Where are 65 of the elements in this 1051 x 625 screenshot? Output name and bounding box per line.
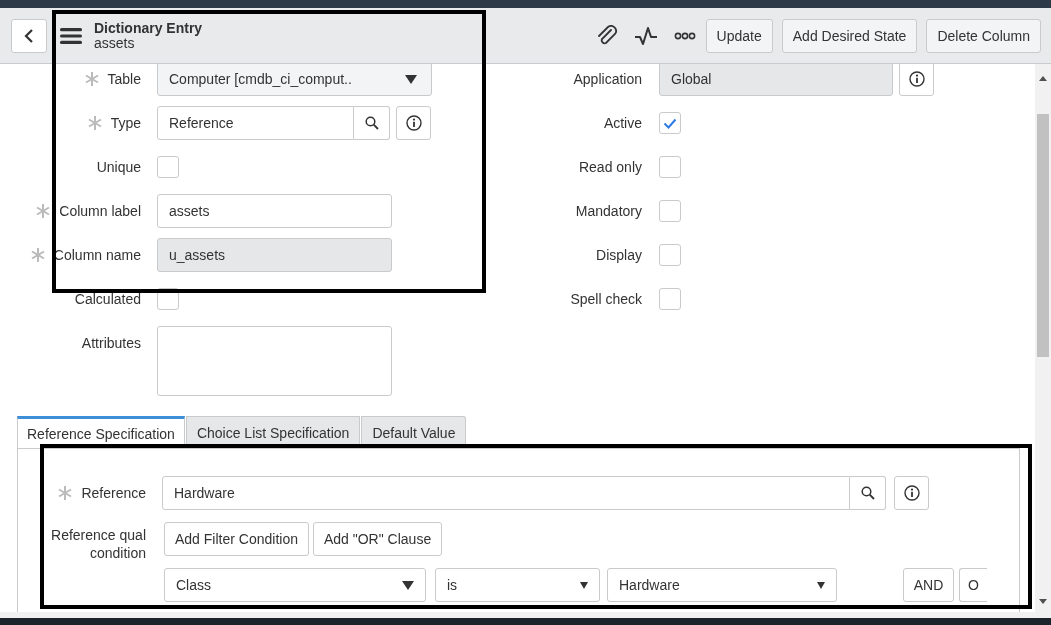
field-label: Column name (53, 247, 141, 263)
textarea-field[interactable] (157, 326, 392, 396)
field-label: Column label (59, 203, 141, 219)
info-icon (903, 485, 920, 501)
text-field[interactable]: Global (659, 64, 894, 96)
dropdown-icon (580, 581, 588, 589)
header-button[interactable]: Add Desired State (781, 18, 918, 53)
checkbox[interactable] (659, 244, 681, 266)
search-icon (364, 116, 379, 130)
checkbox[interactable] (659, 200, 681, 222)
menu-icon[interactable] (60, 26, 82, 45)
dropdown-icon (405, 74, 417, 84)
record-name: assets (94, 35, 135, 51)
info-button[interactable] (899, 64, 934, 96)
dropdown-icon (817, 581, 825, 589)
text-field[interactable]: assets (157, 194, 392, 228)
field-label: Spell check (570, 291, 642, 307)
lookup-field[interactable]: Hardware (162, 476, 850, 510)
condition-button[interactable]: AND (903, 568, 954, 602)
field-label: Reference qual condition (50, 526, 146, 563)
info-button[interactable] (894, 476, 929, 510)
scroll-down-icon (1039, 599, 1047, 604)
checkbox[interactable] (157, 156, 179, 178)
lookup-button[interactable] (354, 106, 391, 140)
field-label: Application (573, 71, 642, 87)
field-label: Display (596, 247, 642, 263)
dropdown-icon (402, 580, 414, 590)
value-select[interactable]: Hardware (607, 568, 837, 602)
activity-icon[interactable] (633, 25, 658, 46)
info-button[interactable] (396, 106, 431, 140)
scrollbar-thumb[interactable] (1037, 114, 1049, 357)
search-icon (860, 486, 875, 500)
back-button[interactable] (11, 18, 47, 53)
lookup-field[interactable]: Reference (157, 106, 355, 140)
table-select[interactable]: Computer [cmdb_ci_comput.. (157, 64, 432, 96)
field-label: Type (110, 115, 141, 131)
field-label: Mandatory (575, 203, 642, 219)
field-label: Table (107, 71, 141, 87)
field-label: Calculated (74, 291, 141, 307)
info-icon (908, 71, 925, 87)
header-button[interactable]: Update (705, 18, 773, 53)
header-button[interactable]: Delete Column (926, 18, 1041, 53)
paperclip-icon[interactable] (595, 24, 618, 47)
field-label: Reference (81, 485, 146, 501)
field-label: Read only (578, 159, 642, 175)
horizontal-scrollbar[interactable] (0, 612, 1051, 618)
scroll-up-icon (1039, 76, 1047, 81)
condition-button[interactable]: O (959, 568, 987, 602)
operator-select[interactable]: is (435, 568, 600, 602)
info-icon (405, 115, 422, 131)
field-label: Unique (96, 159, 141, 175)
checkbox[interactable] (659, 288, 681, 310)
condition-button[interactable]: Add "OR" Clause (312, 522, 443, 556)
field-select[interactable]: Class (164, 568, 426, 602)
more-icon[interactable] (673, 31, 696, 40)
form-title: Dictionary Entry (94, 20, 203, 36)
lookup-button[interactable] (850, 476, 886, 510)
text-field[interactable]: u_assets (157, 238, 392, 272)
checkbox[interactable] (659, 112, 681, 134)
check-icon (663, 117, 677, 129)
condition-button[interactable]: Add Filter Condition (164, 522, 309, 556)
back-icon (24, 27, 34, 44)
field-label: Active (603, 115, 642, 131)
checkbox[interactable] (659, 156, 681, 178)
field-label: Attributes (81, 335, 141, 351)
